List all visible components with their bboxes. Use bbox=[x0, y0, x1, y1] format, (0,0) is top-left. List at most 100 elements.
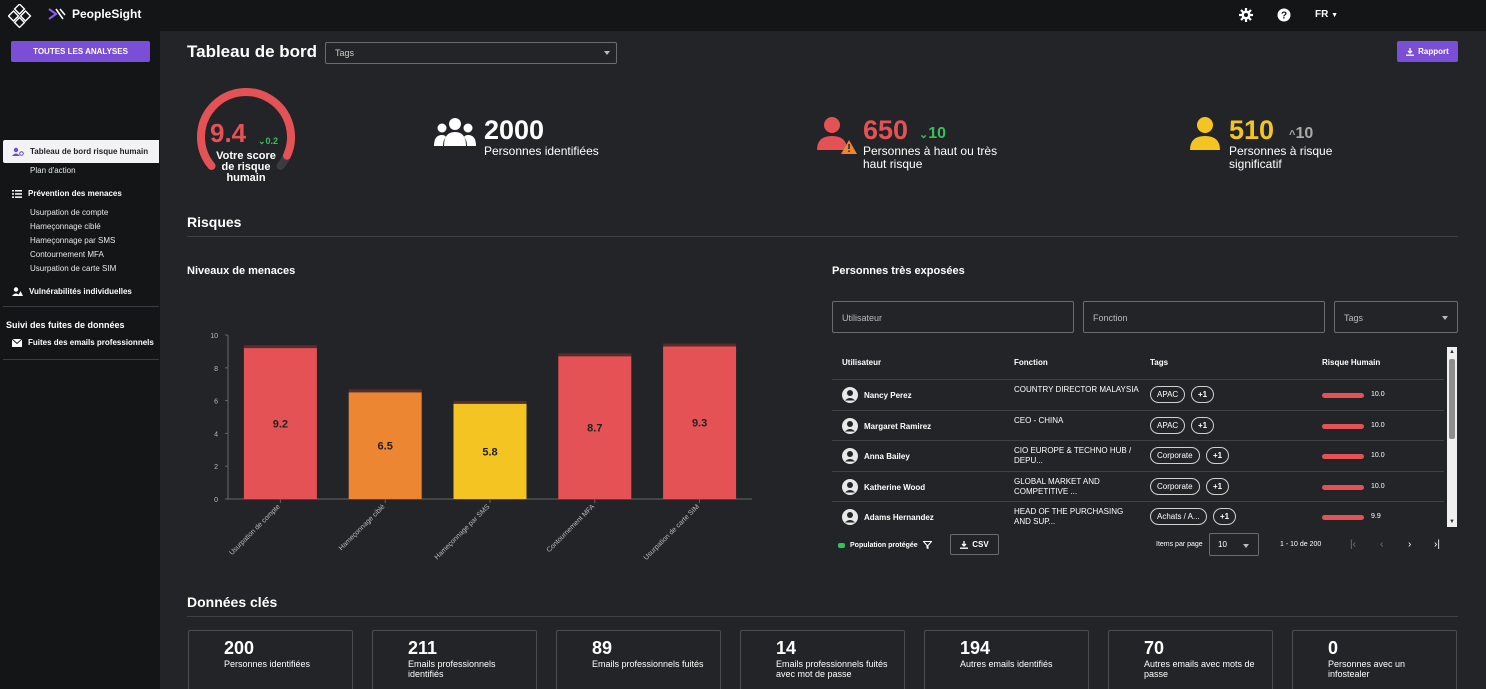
user-warning-icon bbox=[12, 287, 23, 296]
bar-top-cap bbox=[453, 400, 527, 404]
app-grid-logo-icon[interactable] bbox=[8, 4, 32, 28]
brand-name: PeopleSight bbox=[72, 7, 142, 21]
caret-down-icon bbox=[1442, 316, 1448, 320]
key-data-card[interactable]: 89 Emails professionnels fuités bbox=[556, 630, 721, 689]
sidebar: TOUTES LES ANALYSES Tableau de bord risq… bbox=[0, 31, 160, 689]
csv-export-button[interactable]: CSV bbox=[950, 534, 999, 555]
risks-divider bbox=[187, 236, 1458, 237]
sidebar-section-data-leaks[interactable]: Suivi des fuites de données bbox=[6, 320, 125, 330]
key-data-card[interactable]: 0 Personnes avec un infostealer bbox=[1292, 630, 1457, 689]
first-page-icon[interactable]: |‹ bbox=[1350, 539, 1356, 550]
more-tags-chip[interactable]: +1 bbox=[1191, 416, 1215, 434]
key-data-card[interactable]: 200 Personnes identifiées bbox=[188, 630, 353, 689]
x-tick-label: Hameçonnage ciblé bbox=[338, 503, 387, 552]
items-per-page-label: Items par page bbox=[1156, 541, 1203, 548]
risk-bar bbox=[1322, 393, 1364, 398]
sidebar-item-label: Prévention des menaces bbox=[28, 189, 122, 198]
language-label: FR bbox=[1315, 9, 1329, 20]
key-data-title: Données clés bbox=[187, 594, 278, 610]
bar-top-cap bbox=[348, 389, 422, 393]
scroll-up-icon[interactable]: ▲ bbox=[1449, 349, 1455, 355]
tag-chip[interactable]: Corporate bbox=[1150, 477, 1200, 495]
column-header-tags[interactable]: Tags bbox=[1150, 358, 1168, 367]
table-row[interactable]: Anna Bailey CIO EUROPE & TECHNO HUB / DEP… bbox=[832, 440, 1444, 470]
tags-select[interactable]: Tags bbox=[325, 42, 617, 64]
sidebar-item-spear-phishing[interactable]: Hameçonnage ciblé bbox=[30, 222, 101, 231]
x-tick-label: Usurpation de compte bbox=[228, 503, 281, 556]
table-row[interactable]: Adams Hernandez HEAD OF THE PURCHASING AN… bbox=[832, 501, 1444, 531]
previous-page-icon[interactable]: ‹ bbox=[1380, 539, 1383, 550]
sidebar-item-individual-vulnerabilities[interactable]: Vulnérabilités individuelles bbox=[12, 287, 132, 296]
bar-top-cap bbox=[558, 353, 632, 357]
identified-people-label: Personnes identifiées bbox=[484, 144, 599, 158]
more-tags-chip[interactable]: +1 bbox=[1213, 508, 1237, 525]
key-data-card[interactable]: 14 Emails professionnels fuités avec mot … bbox=[740, 630, 905, 689]
chevron-down-icon: ▼ bbox=[1331, 12, 1339, 19]
tag-chip[interactable]: Corporate bbox=[1150, 447, 1200, 464]
more-tags-chip[interactable]: +1 bbox=[1191, 386, 1215, 403]
column-header-risk[interactable]: Risque Humain bbox=[1322, 358, 1380, 367]
significant-risk-count: 510 bbox=[1229, 115, 1275, 145]
risk-score-delta-value: 0.2 bbox=[265, 136, 279, 146]
user-function: CIO EUROPE & TECHNO HUB / DEPU... bbox=[1014, 446, 1132, 465]
user-function: CEO - CHINA bbox=[1014, 415, 1064, 425]
sidebar-item-label: Fuites des emails professionnels bbox=[28, 338, 154, 347]
scroll-down-icon[interactable]: ▼ bbox=[1449, 519, 1455, 525]
function-filter-input[interactable]: Fonction bbox=[1083, 301, 1325, 333]
key-data-label: Autres emails avec mots de passe bbox=[1144, 659, 1255, 679]
brand[interactable]: PeopleSight bbox=[48, 7, 141, 21]
table-row[interactable]: Nancy Perez COUNTRY DIRECTOR MALAYSIA APAC… bbox=[832, 379, 1444, 409]
column-header-user[interactable]: Utilisateur bbox=[842, 358, 881, 367]
identified-people-count: 2000 bbox=[484, 115, 545, 145]
language-selector[interactable]: FR ▼ bbox=[1315, 9, 1338, 20]
high-risk-label: Personnes à haut ou très haut risque bbox=[863, 144, 998, 171]
gear-icon[interactable] bbox=[1238, 7, 1254, 23]
tag-chip[interactable]: Achats / A... bbox=[1150, 508, 1207, 525]
user-filter-input[interactable]: Utilisateur bbox=[832, 301, 1074, 333]
y-tick-label: 10 bbox=[210, 333, 218, 340]
all-analyses-button[interactable]: TOUTES LES ANALYSES bbox=[11, 41, 150, 62]
tag-chip[interactable]: APAC bbox=[1150, 386, 1186, 403]
protected-population-toggle[interactable]: Population protégée bbox=[838, 541, 932, 549]
more-tags-chip[interactable]: +1 bbox=[1206, 447, 1230, 464]
key-data-card[interactable]: 211 Emails professionnels identifiés bbox=[372, 630, 537, 689]
peoplesight-logo-icon bbox=[48, 8, 66, 20]
next-page-icon[interactable]: › bbox=[1408, 539, 1411, 550]
key-data-divider bbox=[187, 616, 1458, 617]
user-function: HEAD OF THE PURCHASING AND SUP... bbox=[1014, 507, 1124, 526]
scrollbar-thumb[interactable] bbox=[1449, 359, 1455, 439]
table-row[interactable]: Katherine Wood GLOBAL MARKET AND COMPETIT… bbox=[832, 470, 1444, 501]
sidebar-item-pro-email-leaks[interactable]: Fuites des emails professionnels bbox=[12, 338, 154, 347]
more-tags-chip[interactable]: +1 bbox=[1206, 477, 1230, 495]
sidebar-item-mfa-bypass[interactable]: Contournement MFA bbox=[30, 250, 104, 259]
sidebar-item-threat-prevention[interactable]: Prévention des menaces bbox=[12, 189, 122, 198]
user-warning-icon bbox=[817, 117, 857, 154]
key-data-label: Personnes avec un infostealer bbox=[1328, 659, 1406, 679]
sidebar-item-sms-phishing[interactable]: Hameçonnage par SMS bbox=[30, 236, 115, 245]
table-scrollbar[interactable]: ▲ ▼ bbox=[1447, 347, 1457, 527]
risk-bar bbox=[1322, 484, 1364, 490]
help-icon[interactable]: ? bbox=[1276, 7, 1292, 23]
sidebar-item-action-plan[interactable]: Plan d'action bbox=[30, 166, 76, 175]
high-risk-delta-value: 10 bbox=[928, 125, 947, 142]
filter-icon bbox=[922, 541, 932, 549]
column-header-function[interactable]: Fonction bbox=[1014, 358, 1048, 367]
sidebar-item-human-risk-dashboard[interactable]: Tableau de bord risque humain bbox=[3, 140, 159, 163]
sidebar-item-label: Vulnérabilités individuelles bbox=[29, 287, 132, 296]
table-row[interactable]: Margaret Ramirez CEO - CHINA APAC +1 10.0 bbox=[832, 409, 1444, 440]
bar-data-label: 9.3 bbox=[692, 418, 707, 430]
page-title: Tableau de bord bbox=[187, 42, 318, 61]
risk-score-label: Votre score de risque humain bbox=[216, 150, 276, 184]
last-page-icon[interactable]: ›| bbox=[1434, 539, 1440, 550]
key-data-card[interactable]: 194 Autres emails identifiés bbox=[924, 630, 1089, 689]
items-per-page-select[interactable]: 10 bbox=[1209, 533, 1259, 556]
sidebar-item-account-takeover[interactable]: Usurpation de compte bbox=[30, 208, 108, 217]
bar-top-cap bbox=[243, 345, 317, 349]
key-data-card[interactable]: 70 Autres emails avec mots de passe bbox=[1108, 630, 1273, 689]
key-data-label: Emails professionnels identifiés bbox=[408, 659, 496, 679]
sidebar-item-sim-swap[interactable]: Usurpation de carte SIM bbox=[30, 264, 116, 273]
tags-filter-select[interactable]: Tags bbox=[1334, 301, 1458, 333]
report-button[interactable]: Rapport bbox=[1397, 41, 1458, 62]
bar-top-cap bbox=[663, 343, 737, 347]
tag-chip[interactable]: APAC bbox=[1150, 416, 1186, 434]
